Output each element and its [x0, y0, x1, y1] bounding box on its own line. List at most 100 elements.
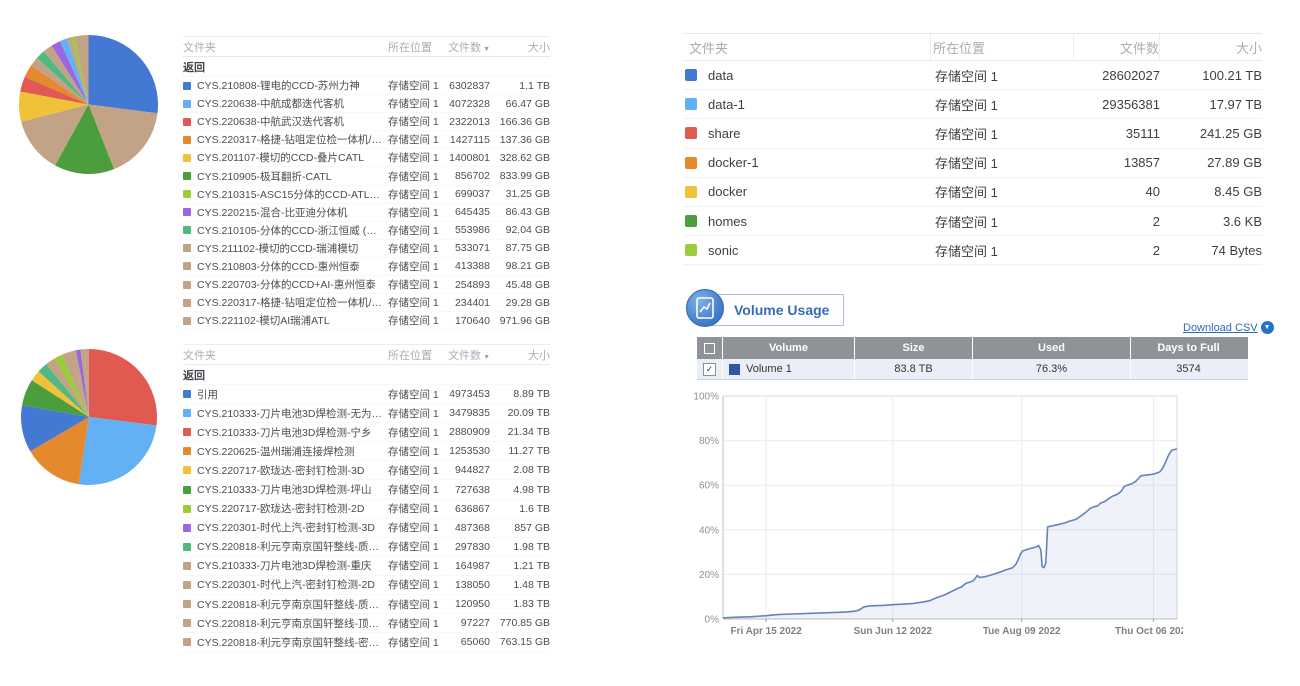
folder-color-chip: [183, 118, 191, 126]
folder-row[interactable]: CYS.221102-模切AI瑞浦ATL 存储空间 1 170640 971.9…: [183, 312, 550, 330]
folder-row[interactable]: docker 存储空间 1 40 8.45 GB: [683, 178, 1262, 207]
folder-size: 241.25 GB: [1160, 126, 1262, 141]
folder-location: 存储空间 1: [388, 501, 446, 516]
folder-row[interactable]: CYS.220301-时代上汽-密封钉检测-3D 存储空间 1 487368 8…: [183, 519, 550, 538]
pie-slice[interactable]: [79, 417, 157, 485]
folder-location: 存储空间 1: [933, 66, 1075, 85]
folder-size: 17.97 TB: [1160, 97, 1262, 112]
header-file-count[interactable]: 文件数: [1073, 34, 1159, 60]
folder-row[interactable]: CYS.210333-刀片电池3D焊检测-宁乡 存储空间 1 2880909 2…: [183, 423, 550, 442]
download-icon: ▼: [1261, 321, 1274, 334]
folder-size: 770.85 GB: [490, 617, 550, 629]
folder-row[interactable]: CYS.210803-分体的CCD-惠州恒泰 存储空间 1 413388 98.…: [183, 258, 550, 276]
volume-row-checkbox[interactable]: ✓: [703, 363, 716, 376]
header-size[interactable]: Size: [855, 337, 973, 359]
folder-name: docker: [706, 184, 933, 199]
header-used[interactable]: Used: [973, 337, 1131, 359]
folder-color-chip: [183, 486, 191, 494]
folder-color-chip: [183, 524, 191, 532]
folder-row[interactable]: data 存储空间 1 28602027 100.21 TB: [683, 61, 1262, 90]
folder-name: CYS.220638-中航成都迭代客机: [197, 96, 388, 111]
folder-name: CYS.210105-分体的CCD-浙江恒威 (三重): [197, 223, 388, 238]
folder-row[interactable]: CYS.220317-格捷-钻咀定位检一体机/缺陷检测 存储空间 1 14271…: [183, 131, 550, 149]
pie-slice[interactable]: [89, 349, 157, 426]
header-folder[interactable]: 文件夹: [183, 39, 388, 55]
folder-row[interactable]: CYS.220638-中航武汉迭代客机 存储空间 1 2322013 166.3…: [183, 113, 550, 131]
folder-location: 存储空间 1: [388, 482, 446, 497]
table-header-row: 文件夹 所在位置 文件数▼ 大小: [183, 344, 550, 365]
folder-row[interactable]: CYS.220818-利元亨南京国轩整线-顶盖激光焊接-... 存储空间 1 9…: [183, 614, 550, 633]
folder-name: CYS.210333-刀片电池3D焊检测-坪山: [197, 482, 388, 497]
folder-color-chip: [183, 562, 191, 570]
folder-file-count: 28602027: [1075, 68, 1160, 83]
folder-location: 存储空间 1: [388, 425, 446, 440]
folder-name: data: [706, 68, 933, 83]
folder-size: 98.21 GB: [490, 260, 550, 272]
volume-usage-title-box: Volume Usage: [703, 294, 844, 326]
header-size[interactable]: 大小: [1159, 34, 1262, 60]
folder-row[interactable]: CYS.210105-分体的CCD-浙江恒威 (三重) 存储空间 1 55398…: [183, 222, 550, 240]
folder-row[interactable]: CYS.220717-欧珑达-密封钉检测-2D 存储空间 1 636867 1.…: [183, 500, 550, 519]
folder-row[interactable]: 引用 存储空间 1 4973453 8.89 TB: [183, 385, 550, 404]
header-location[interactable]: 所在位置: [388, 347, 446, 363]
select-all-checkbox[interactable]: [704, 343, 715, 354]
folder-location: 存储空间 1: [388, 520, 446, 535]
folder-name: CYS.210333-刀片电池3D焊检测-重庆: [197, 558, 388, 573]
folder-row[interactable]: CYS.220818-利元亨南京国轩整线-质量焊-3D 存储空间 1 29783…: [183, 538, 550, 557]
header-days-to-full[interactable]: Days to Full: [1131, 337, 1246, 359]
download-csv-link[interactable]: Download CSV▼: [1183, 321, 1274, 334]
header-size[interactable]: 大小: [490, 39, 550, 55]
header-file-count[interactable]: 文件数▼: [446, 347, 490, 363]
folder-color-chip: [685, 157, 697, 169]
volume-row[interactable]: ✓ Volume 1 83.8 TB 76.3% 3574: [697, 359, 1248, 380]
header-volume[interactable]: Volume: [723, 337, 855, 359]
folder-location: 存储空间 1: [933, 212, 1075, 231]
back-link[interactable]: 返回: [183, 57, 550, 77]
folder-row[interactable]: CYS.220717-欧珑达-密封钉检测-3D 存储空间 1 944827 2.…: [183, 461, 550, 480]
header-location[interactable]: 所在位置: [388, 39, 446, 55]
folder-rows: data 存储空间 1 28602027 100.21 TB data-1 存储…: [683, 61, 1262, 265]
bottom-folders-pie-chart: [20, 348, 158, 486]
folder-row[interactable]: CYS.220301-时代上汽-密封钉检测-2D 存储空间 1 138050 1…: [183, 576, 550, 595]
folder-row[interactable]: CYS.220625-温州瑞浦连接焊检测 存储空间 1 1253530 11.2…: [183, 442, 550, 461]
folder-row[interactable]: CYS.210808-锂电的CCD-苏州力神 存储空间 1 6302837 1.…: [183, 77, 550, 95]
folder-row[interactable]: docker-1 存储空间 1 13857 27.89 GB: [683, 149, 1262, 178]
folder-row[interactable]: data-1 存储空间 1 29356381 17.97 TB: [683, 90, 1262, 119]
folder-location: 存储空间 1: [388, 259, 446, 274]
folder-location: 存储空间 1: [388, 132, 446, 147]
folder-name: docker-1: [706, 155, 933, 170]
folder-row[interactable]: CYS.211102-模切的CCD-瑞浦模切 存储空间 1 533071 87.…: [183, 240, 550, 258]
folder-row[interactable]: sonic 存储空间 1 2 74 Bytes: [683, 236, 1262, 265]
folder-row[interactable]: CYS.220638-中航成都迭代客机 存储空间 1 4072328 66.47…: [183, 95, 550, 113]
folder-name: CYS.210315-ASC15分体的CCD-ATL分体机: [197, 187, 388, 202]
folder-row[interactable]: CYS.220317-格捷-钻咀定位检一体机/定位 存储空间 1 234401 …: [183, 294, 550, 312]
folder-file-count: 35111: [1075, 126, 1160, 141]
folder-row[interactable]: CYS.210905-极耳翻折-CATL 存储空间 1 856702 833.9…: [183, 167, 550, 185]
folder-name: CYS.210803-分体的CCD-惠州恒泰: [197, 259, 388, 274]
folder-row[interactable]: CYS.210333-刀片电池3D焊检测-无为-2期 存储空间 1 347983…: [183, 404, 550, 423]
folder-location: 存储空间 1: [933, 182, 1075, 201]
shared-folders-table: 文件夹 所在位置 文件数 大小 data 存储空间 1 28602027 100…: [683, 33, 1262, 265]
folder-row[interactable]: share 存储空间 1 35111 241.25 GB: [683, 119, 1262, 148]
folder-row[interactable]: CYS.220703-分体的CCD+AI-惠州恒泰 存储空间 1 254893 …: [183, 276, 550, 294]
header-file-count[interactable]: 文件数▼: [446, 39, 490, 55]
folder-row[interactable]: homes 存储空间 1 2 3.6 KB: [683, 207, 1262, 236]
header-folder[interactable]: 文件夹: [183, 347, 388, 363]
folder-row[interactable]: CYS.220818-利元亨南京国轩整线-密封钉 存储空间 1 65060 76…: [183, 633, 550, 652]
header-size[interactable]: 大小: [490, 347, 550, 363]
folder-row[interactable]: CYS.210315-ASC15分体的CCD-ATL分体机 存储空间 1 699…: [183, 186, 550, 204]
folder-row[interactable]: CYS.220818-利元亨南京国轩整线-质量焊-2D 存储空间 1 12095…: [183, 595, 550, 614]
volume-color-chip: [729, 364, 740, 375]
pie-slice[interactable]: [89, 35, 158, 113]
folder-row[interactable]: CYS.201107-模切的CCD-叠片CATL 存储空间 1 1400801 …: [183, 149, 550, 167]
folder-size: 8.89 TB: [490, 388, 550, 400]
header-folder[interactable]: 文件夹: [683, 34, 930, 60]
folder-row[interactable]: CYS.210333-刀片电池3D焊检测-坪山 存储空间 1 727638 4.…: [183, 480, 550, 499]
folder-color-chip: [183, 226, 191, 234]
volume-usage-line-chart: 0%20%40%60%80%100%Fri Apr 15 2022Sun Jun…: [688, 391, 1183, 641]
folder-file-count: 3479835: [446, 407, 490, 419]
back-link[interactable]: 返回: [183, 365, 550, 385]
folder-row[interactable]: CYS.210333-刀片电池3D焊检测-重庆 存储空间 1 164987 1.…: [183, 557, 550, 576]
header-location[interactable]: 所在位置: [930, 34, 1073, 60]
folder-row[interactable]: CYS.220215-混合-比亚迪分体机 存储空间 1 645435 86.43…: [183, 204, 550, 222]
